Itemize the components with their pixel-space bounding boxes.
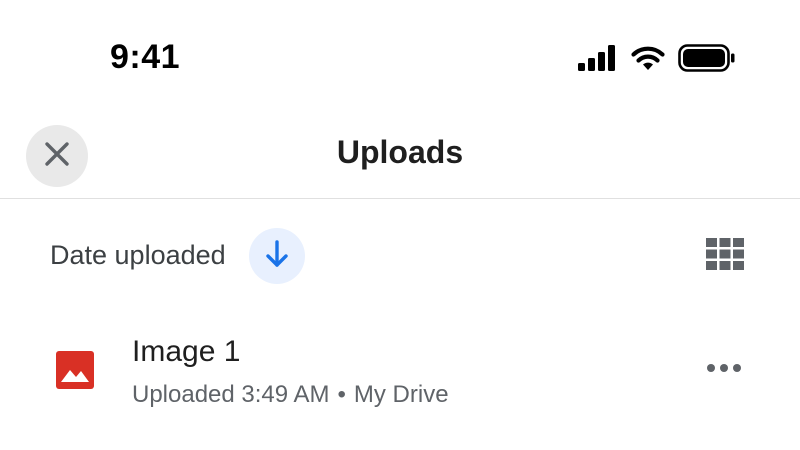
- file-name: Image 1: [132, 335, 241, 368]
- sort-direction-button[interactable]: [249, 228, 305, 284]
- meta-separator: •: [337, 381, 346, 408]
- grid-view-button[interactable]: [704, 236, 746, 276]
- app-bar: Uploads: [0, 110, 800, 199]
- uploads-screen: 9:41 Uploads Date uploaded Image 1 Uploa…: [0, 0, 800, 450]
- status-icons: [578, 44, 736, 72]
- arrow-down-icon: [264, 239, 290, 274]
- upload-time: Uploaded 3:49 AM: [132, 381, 330, 408]
- cellular-signal-icon: [578, 45, 618, 71]
- sort-bar: Date uploaded: [0, 226, 800, 286]
- sort-by-label[interactable]: Date uploaded: [50, 240, 226, 271]
- status-time: 9:41: [110, 38, 181, 76]
- battery-icon: [678, 44, 736, 72]
- more-horizontal-icon: [706, 360, 742, 378]
- file-list-item[interactable]: Image 1 Uploaded 3:49 AM • My Drive: [0, 325, 800, 425]
- file-location: My Drive: [353, 381, 449, 408]
- grid-view-icon: [706, 237, 744, 275]
- page-title: Uploads: [336, 134, 464, 170]
- file-meta: Uploaded 3:49 AM • My Drive: [132, 381, 449, 409]
- more-options-button[interactable]: [700, 349, 748, 389]
- status-bar: 9:41: [0, 0, 800, 110]
- image-file-icon: [56, 351, 94, 389]
- wifi-icon: [630, 45, 666, 71]
